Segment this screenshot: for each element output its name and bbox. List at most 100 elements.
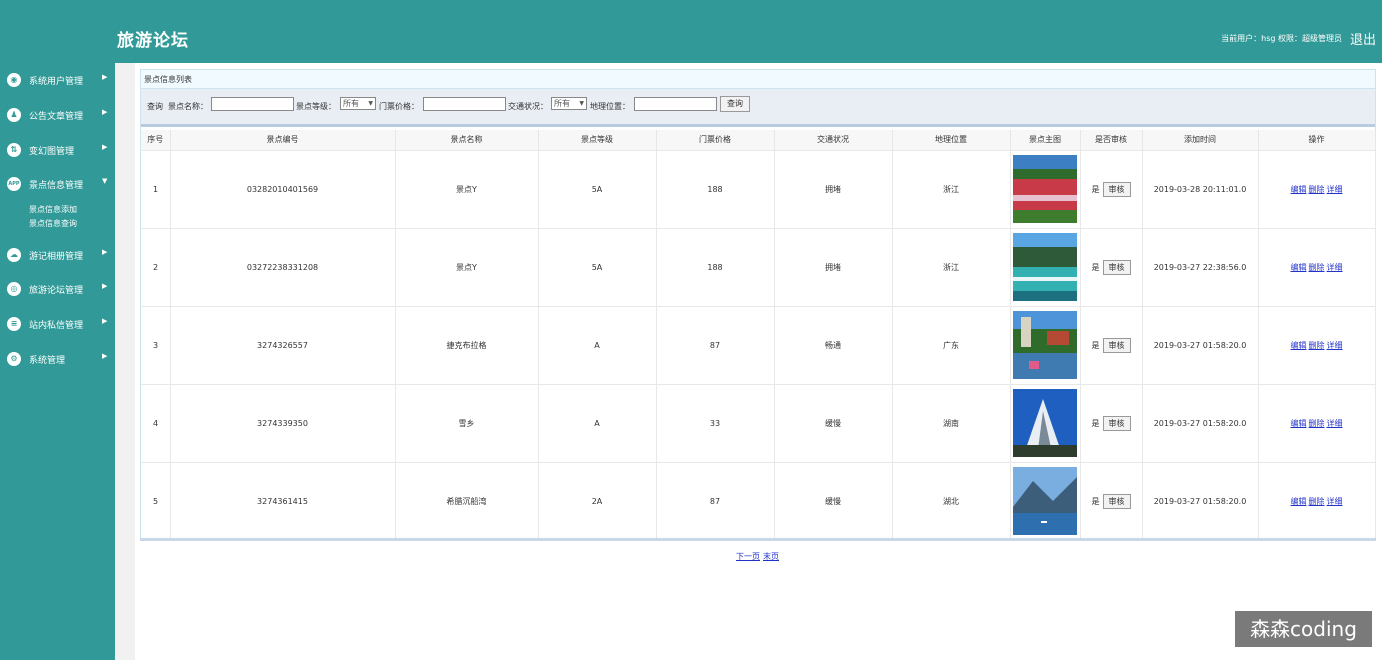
price-label: 门票价格：	[379, 102, 419, 111]
caret-right-icon: ▶	[102, 143, 108, 151]
sidebar-item-scenic[interactable]: APP 景点信息管理 ▼	[0, 173, 115, 195]
ticket-price: 188	[656, 149, 775, 228]
edit-link[interactable]: 编辑	[1291, 341, 1307, 350]
audit-button[interactable]: 审核	[1102, 415, 1131, 431]
audit-button[interactable]: 审核	[1102, 337, 1131, 353]
traffic-status: 缓慢	[774, 383, 893, 462]
delete-link[interactable]: 删除	[1309, 263, 1325, 272]
caret-right-icon: ▶	[102, 352, 108, 360]
edit-link[interactable]: 编辑	[1291, 419, 1307, 428]
audit-button[interactable]: 审核	[1102, 259, 1131, 275]
edit-link[interactable]: 编辑	[1291, 263, 1307, 272]
delete-link[interactable]: 删除	[1309, 185, 1325, 194]
scenic-thumbnail-image	[1013, 389, 1077, 457]
thumbnail-cell	[1010, 461, 1081, 540]
scenic-level: 5A	[538, 149, 657, 228]
detail-link[interactable]: 详细	[1327, 185, 1343, 194]
query-button[interactable]: 查询	[720, 96, 750, 112]
detail-link[interactable]: 详细	[1327, 419, 1343, 428]
audit-cell: 是审核	[1080, 149, 1143, 228]
price-input[interactable]	[423, 97, 506, 111]
ticket-price: 87	[656, 461, 775, 540]
audit-button[interactable]: 审核	[1102, 181, 1131, 197]
sidebar-item-system[interactable]: ⚙ 系统管理 ▶	[0, 348, 115, 370]
level-select[interactable]: 所有 ▼	[340, 97, 376, 110]
column-header: 操作	[1258, 130, 1376, 150]
column-header: 景点编号	[170, 130, 396, 150]
traffic-status: 畅通	[774, 305, 893, 384]
sidebar-item-messages[interactable]: ≡ 站内私信管理 ▶	[0, 313, 115, 335]
column-header: 添加时间	[1142, 130, 1259, 150]
scenic-thumbnail-image	[1013, 311, 1077, 379]
edit-link[interactable]: 编辑	[1291, 497, 1307, 506]
cloud-icon: ☁	[7, 248, 21, 262]
scenic-level: 5A	[538, 227, 657, 306]
chevron-down-icon: ▼	[368, 100, 373, 107]
delete-link[interactable]: 删除	[1309, 341, 1325, 350]
delete-link[interactable]: 删除	[1309, 419, 1325, 428]
audit-button[interactable]: 审核	[1102, 493, 1131, 509]
operations-cell: 编辑 删除 详细	[1258, 227, 1376, 306]
added-time: 2019-03-27 01:58:20.0	[1142, 305, 1259, 384]
last-page-link[interactable]: 末页	[763, 552, 779, 561]
sidebar-item-users[interactable]: ◉ 系统用户管理 ▶	[0, 69, 115, 91]
scenic-level: 2A	[538, 461, 657, 540]
ticket-price: 87	[656, 305, 775, 384]
audit-cell: 是审核	[1080, 383, 1143, 462]
detail-link[interactable]: 详细	[1327, 263, 1343, 272]
detail-link[interactable]: 详细	[1327, 341, 1343, 350]
sidebar-item-label: 变幻图管理	[29, 147, 75, 157]
caret-right-icon: ▶	[102, 108, 108, 116]
person-icon: ♟	[7, 108, 21, 122]
scenic-name: 景点Y	[395, 227, 539, 306]
sidebar-subitem-scenic-query[interactable]: 景点信息查询	[29, 218, 77, 229]
thumbnail-cell	[1010, 383, 1081, 462]
app-icon: APP	[7, 177, 21, 191]
next-page-link[interactable]: 下一页	[736, 552, 760, 561]
panel-bottom-border	[140, 538, 1376, 541]
column-header: 景点名称	[395, 130, 539, 150]
logout-link[interactable]: 退出	[1350, 29, 1376, 48]
sidebar-item-label: 游记相册管理	[29, 252, 84, 262]
audit-status: 是	[1091, 418, 1100, 428]
traffic-select[interactable]: 所有 ▼	[551, 97, 587, 110]
column-header: 序号	[141, 130, 171, 150]
ticket-price: 33	[656, 383, 775, 462]
sidebar-subitem-scenic-add[interactable]: 景点信息添加	[29, 204, 77, 215]
search-prefix-label: 查询	[147, 102, 163, 111]
column-header: 门票价格	[656, 130, 775, 150]
sidebar-item-albums[interactable]: ☁ 游记相册管理 ▶	[0, 244, 115, 266]
column-header: 景点等级	[538, 130, 657, 150]
row-index: 1	[141, 149, 171, 228]
location-input[interactable]	[634, 97, 717, 111]
column-header: 是否审核	[1080, 130, 1143, 150]
column-header: 地理位置	[892, 130, 1011, 150]
sidebar-item-slides[interactable]: ⇅ 变幻图管理 ▶	[0, 139, 115, 161]
scenic-code: 3274326557	[170, 305, 396, 384]
app-title: 旅游论坛	[117, 31, 189, 51]
scenic-code: 3274361415	[170, 461, 396, 540]
search-bar: 查询 景点名称： 景点等级： 所有 ▼ 门票价格： 交通状况： 所有 ▼ 地理位置：…	[141, 89, 1375, 127]
scenic-code: 3274339350	[170, 383, 396, 462]
sidebar-item-forum[interactable]: ◎ 旅游论坛管理 ▶	[0, 278, 115, 300]
table-row: 2 03272238331208 景点Y 5A 188 拥堵 浙江 是审核 20…	[141, 227, 1376, 306]
user-icon: ◉	[7, 73, 21, 87]
table-row: 5 3274361415 希腊沉船湾 2A 87 缓慢 湖北 是审核 2019-…	[141, 461, 1376, 540]
row-index: 2	[141, 227, 171, 306]
thumbnail-cell	[1010, 149, 1081, 228]
sidebar-item-articles[interactable]: ♟ 公告文章管理 ▶	[0, 104, 115, 126]
scenic-code: 03282010401569	[170, 149, 396, 228]
audit-status: 是	[1091, 496, 1100, 506]
name-input[interactable]	[211, 97, 294, 111]
location: 浙江	[892, 227, 1011, 306]
sidebar-item-label: 旅游论坛管理	[29, 286, 84, 296]
table-row: 3 3274326557 捷克布拉格 A 87 畅通 广东 是审核 2019-0…	[141, 305, 1376, 384]
added-time: 2019-03-28 20:11:01.0	[1142, 149, 1259, 228]
delete-link[interactable]: 删除	[1309, 497, 1325, 506]
added-time: 2019-03-27 22:38:56.0	[1142, 227, 1259, 306]
audit-status: 是	[1091, 340, 1100, 350]
operations-cell: 编辑 删除 详细	[1258, 383, 1376, 462]
detail-link[interactable]: 详细	[1327, 497, 1343, 506]
traffic-status: 拥堵	[774, 149, 893, 228]
edit-link[interactable]: 编辑	[1291, 185, 1307, 194]
